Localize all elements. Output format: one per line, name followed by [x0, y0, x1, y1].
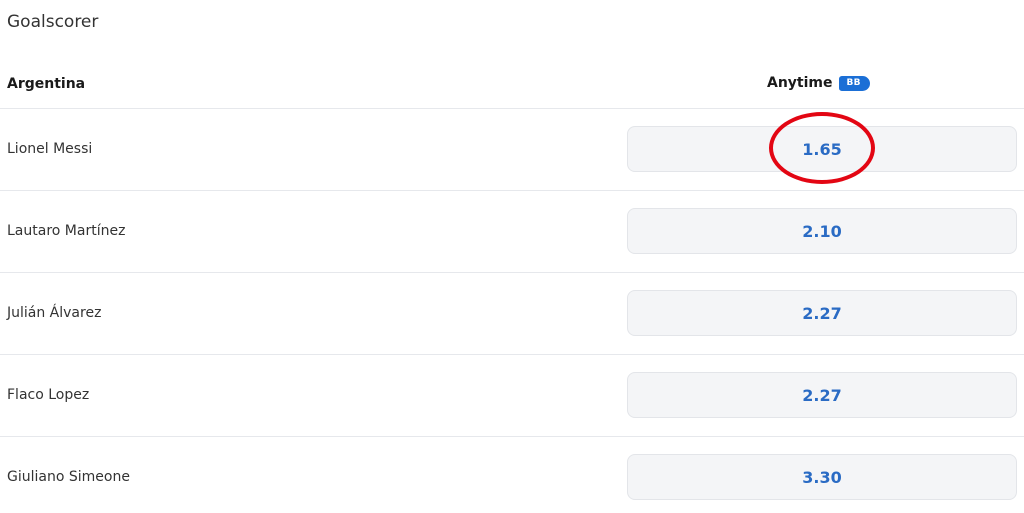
goalscorer-market: Goalscorer Argentina Anytime BB Lionel M… — [0, 0, 1024, 513]
player-name: Flaco Lopez — [7, 387, 90, 403]
column-label: Anytime — [767, 75, 833, 91]
table-row: Lautaro Martínez 2.10 — [0, 191, 1024, 273]
odds-button[interactable]: 1.65 — [627, 126, 1017, 172]
table-header: Argentina Anytime BB — [0, 70, 1024, 109]
table-row: Flaco Lopez 2.27 — [0, 355, 1024, 437]
odds-button[interactable]: 2.10 — [627, 208, 1017, 254]
table-row: Lionel Messi 1.65 — [0, 109, 1024, 191]
market-title: Goalscorer — [7, 12, 99, 32]
table-row: Julián Álvarez 2.27 — [0, 273, 1024, 355]
odds-value: 2.27 — [802, 303, 842, 323]
odds-value: 2.10 — [802, 221, 842, 241]
player-name: Julián Álvarez — [7, 305, 102, 321]
odds-button[interactable]: 2.27 — [627, 372, 1017, 418]
odds-button[interactable]: 3.30 — [627, 454, 1017, 500]
column-header-anytime: Anytime BB — [767, 75, 870, 91]
odds-value: 1.65 — [802, 139, 842, 159]
odds-value: 2.27 — [802, 385, 842, 405]
team-name: Argentina — [7, 76, 86, 92]
bet-builder-badge: BB — [838, 75, 870, 91]
odds-button[interactable]: 2.27 — [627, 290, 1017, 336]
player-name: Giuliano Simeone — [7, 469, 130, 485]
player-name: Lautaro Martínez — [7, 223, 126, 239]
player-list: Lionel Messi 1.65 Lautaro Martínez 2.10 … — [0, 109, 1024, 513]
player-name: Lionel Messi — [7, 141, 93, 157]
table-row: Giuliano Simeone 3.30 — [0, 437, 1024, 513]
odds-value: 3.30 — [802, 467, 842, 487]
